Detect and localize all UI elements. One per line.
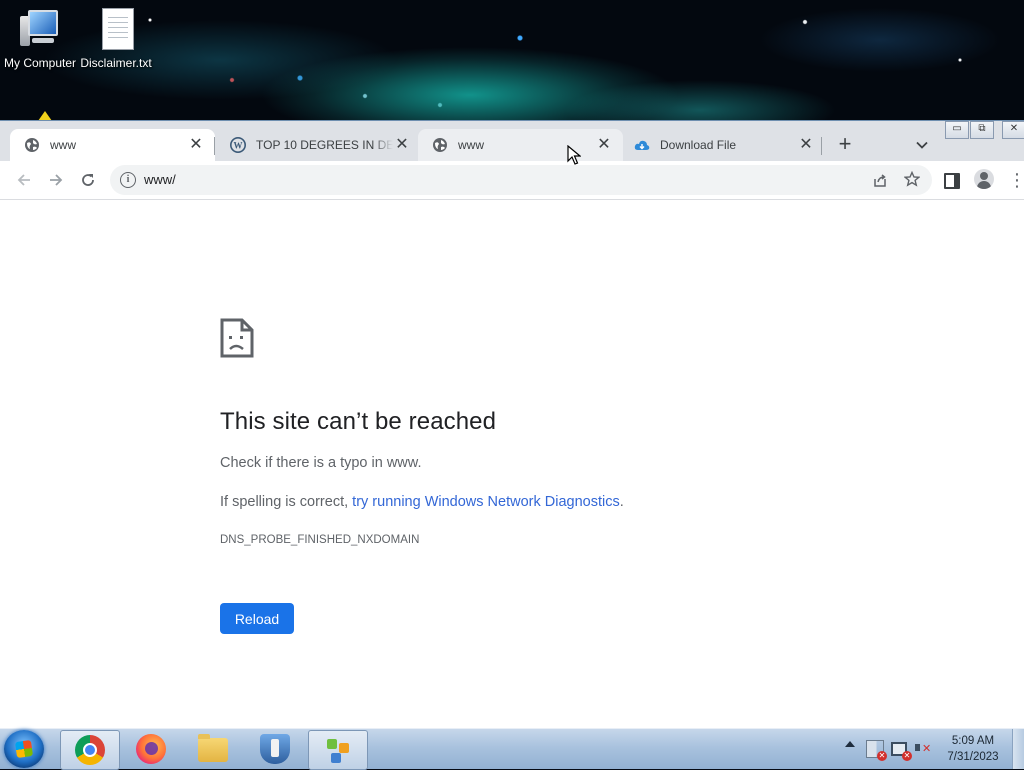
tab-search-button[interactable] — [910, 133, 934, 157]
tab-title: TOP 10 DEGREES IN DEMA — [256, 138, 393, 152]
error-title: This site can’t be reached — [220, 408, 497, 435]
diagnostics-prefix: If spelling is correct, — [220, 494, 353, 510]
error-code: DNS_PROBE_FINISHED_NXDOMAIN — [220, 534, 420, 546]
desktop-icon-label: Disclaimer.txt — [80, 56, 152, 70]
side-panel-icon[interactable] — [944, 173, 960, 189]
file-explorer-icon — [198, 734, 228, 762]
mouse-cursor-icon — [567, 145, 581, 165]
chrome-icon — [75, 735, 105, 765]
close-tab-icon[interactable]: ✕ — [797, 136, 815, 154]
tab-download-file[interactable]: Download File ✕ — [620, 129, 825, 161]
desktop-icon-label: My Computer — [3, 56, 77, 70]
desktop-icon-disclaimer[interactable]: Disclaimer.txt — [76, 6, 156, 70]
minimize-button[interactable]: ▭ — [945, 121, 969, 139]
network-diagnostics-link[interactable]: try running Windows Network Diagnostics — [352, 494, 620, 510]
reload-toolbar-button[interactable] — [75, 167, 101, 193]
restore-button[interactable]: ⧉ — [970, 121, 994, 139]
globe-icon — [24, 137, 40, 153]
cloud-download-icon — [634, 137, 650, 153]
tab-separator — [214, 137, 215, 155]
close-tab-icon[interactable]: ✕ — [595, 136, 613, 154]
desktop-icon-my-computer[interactable]: My Computer — [0, 6, 80, 70]
tab-www-active[interactable]: www ✕ — [10, 129, 215, 161]
tab-top-10-degrees[interactable]: W TOP 10 DEGREES IN DEMA ✕ — [216, 129, 421, 161]
taskbar-security[interactable] — [246, 730, 304, 768]
refresh-icon — [82, 174, 94, 186]
taskbar: 5:09 AM 7/31/2023 — [0, 728, 1024, 770]
sad-page-icon — [220, 318, 254, 358]
address-url[interactable]: www/ — [144, 172, 176, 187]
svg-text:W: W — [234, 141, 243, 151]
arrow-right-icon — [50, 174, 63, 186]
forward-button[interactable] — [43, 167, 69, 193]
address-bar[interactable]: i www/ — [110, 165, 932, 195]
clock-time: 5:09 AM — [951, 735, 995, 747]
tab-title: Download File — [660, 138, 737, 152]
tab-separator — [821, 137, 822, 155]
taskbar-network-app[interactable] — [308, 730, 368, 770]
browser-window: ▭ ⧉ ✕ www ✕ W TOP 10 DEGREES IN DEMA ✕ w… — [0, 120, 1024, 729]
more-menu-icon[interactable]: ⋮ — [1008, 169, 1024, 191]
computer-icon — [18, 6, 62, 52]
close-tab-icon[interactable]: ✕ — [187, 136, 205, 154]
show-hidden-icons-icon[interactable] — [845, 741, 855, 747]
chevron-down-icon — [916, 141, 928, 149]
share-icon[interactable] — [870, 170, 890, 190]
action-center-flag-icon[interactable] — [866, 740, 887, 761]
arrow-left-icon — [17, 174, 30, 186]
tab-www[interactable]: www ✕ — [418, 129, 623, 161]
globe-icon — [432, 137, 448, 153]
site-info-icon[interactable]: i — [120, 172, 136, 188]
tab-title: www — [50, 138, 76, 152]
close-tab-icon[interactable]: ✕ — [393, 136, 411, 154]
profile-avatar-icon[interactable] — [974, 169, 994, 189]
taskbar-firefox[interactable] — [122, 730, 180, 768]
firefox-icon — [136, 734, 166, 764]
network-disconnected-icon[interactable] — [891, 742, 912, 761]
reload-button[interactable]: Reload — [220, 603, 294, 634]
show-desktop-button[interactable] — [1012, 729, 1024, 769]
volume-muted-icon[interactable] — [914, 740, 931, 756]
new-tab-button[interactable]: + — [833, 133, 857, 157]
clock-date: 7/31/2023 — [947, 751, 999, 763]
system-clock[interactable]: 5:09 AM 7/31/2023 — [940, 733, 1006, 765]
network-app-icon — [323, 735, 353, 765]
start-button[interactable] — [4, 730, 44, 768]
page-content: This site can’t be reached Check if ther… — [0, 200, 1024, 729]
back-button[interactable] — [11, 167, 37, 193]
taskbar-chrome[interactable] — [60, 730, 120, 770]
text-file-icon — [94, 6, 138, 52]
tab-strip: ▭ ⧉ ✕ www ✕ W TOP 10 DEGREES IN DEMA ✕ w… — [0, 121, 1024, 161]
close-window-button[interactable]: ✕ — [1002, 121, 1024, 139]
browser-toolbar: i www/ ⋮ — [0, 161, 1024, 200]
diagnostics-suffix: . — [619, 494, 624, 510]
security-shield-icon — [260, 734, 290, 764]
taskbar-file-explorer[interactable] — [184, 730, 242, 768]
diagnostics-hint: If spelling is correct, try running Wind… — [220, 494, 624, 510]
wordpress-icon: W — [230, 137, 246, 153]
typo-hint: Check if there is a typo in www. — [220, 455, 422, 471]
bookmark-star-icon[interactable] — [902, 169, 922, 189]
